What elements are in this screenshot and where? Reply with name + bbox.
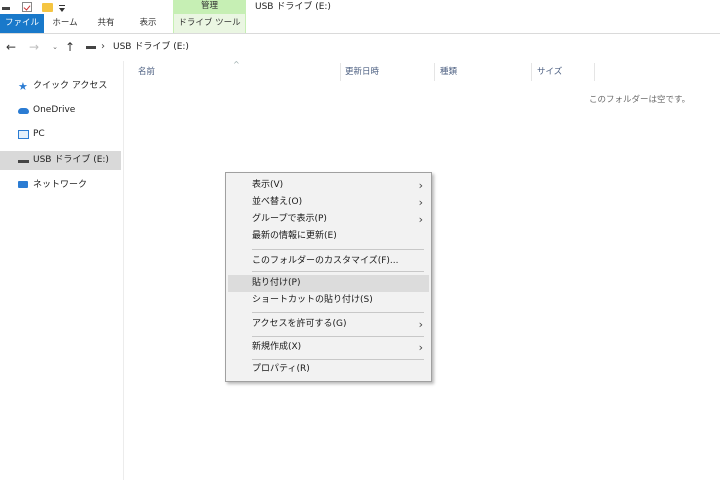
column-header-size[interactable]: サイズ (537, 61, 593, 83)
usb-drive-icon (18, 160, 29, 163)
computer-icon (18, 130, 29, 139)
menu-item-label: 貼り付け(P) (252, 278, 301, 288)
usb-drive-icon (86, 46, 96, 49)
network-icon (18, 181, 28, 188)
breadcrumb-separator[interactable]: › (101, 40, 105, 54)
nav-item-usb-drive[interactable]: USB ドライブ (E:) (0, 151, 121, 170)
chevron-right-icon: › (418, 213, 423, 226)
nav-item-label: ネットワーク (33, 180, 88, 190)
chevron-right-icon: › (418, 341, 423, 354)
column-divider[interactable] (594, 63, 595, 81)
menu-item-properties[interactable]: プロパティ(R) (228, 361, 429, 378)
menu-item-paste[interactable]: 貼り付け(P) (228, 275, 429, 292)
nav-item-network[interactable]: ネットワーク (0, 176, 121, 195)
menu-item-label: 表示(V) (252, 180, 284, 190)
menu-item-new[interactable]: 新規作成(X) › (228, 339, 429, 356)
column-divider[interactable] (531, 63, 532, 81)
up-arrow-icon[interactable]: ↑ (63, 40, 77, 54)
column-header-type[interactable]: 種類 (440, 61, 530, 83)
address-bar: ← → ⌄ ↑ › USB ドライブ (E:) (0, 34, 720, 60)
tab-view[interactable]: 表示 (126, 14, 170, 33)
menu-separator (252, 271, 424, 272)
menu-item-refresh[interactable]: 最新の情報に更新(E) (228, 228, 429, 245)
tab-file[interactable]: ファイル (0, 14, 44, 33)
menu-item-group-by[interactable]: グループで表示(P) › (228, 211, 429, 228)
menu-item-label: プロパティ(R) (252, 364, 310, 374)
star-icon: ★ (18, 80, 28, 93)
nav-item-label: USB ドライブ (E:) (33, 155, 109, 165)
breadcrumb-usb-drive[interactable]: USB ドライブ (E:) (113, 40, 189, 54)
menu-item-give-access[interactable]: アクセスを許可する(G) › (228, 316, 429, 333)
title-bar: 管理 USB ドライブ (E:) (0, 0, 720, 14)
menu-item-sort-by[interactable]: 並べ替え(O) › (228, 194, 429, 211)
column-header-date[interactable]: 更新日時 (345, 61, 435, 83)
menu-separator (252, 336, 424, 337)
context-menu: 表示(V) › 並べ替え(O) › グループで表示(P) › 最新の情報に更新(… (225, 172, 432, 382)
recent-locations-chevron-icon[interactable]: ⌄ (48, 40, 62, 54)
chevron-right-icon: › (418, 196, 423, 209)
forward-arrow-icon[interactable]: → (27, 40, 41, 54)
drive-icon[interactable] (2, 1, 10, 13)
empty-folder-message: このフォルダーは空です。 (589, 95, 691, 105)
window-title: USB ドライブ (E:) (255, 2, 331, 12)
nav-item-onedrive[interactable]: OneDrive (0, 101, 121, 120)
menu-separator (252, 312, 424, 313)
tab-drive-tools[interactable]: ドライブ ツール (173, 14, 246, 33)
menu-item-label: 並べ替え(O) (252, 197, 303, 207)
menu-item-customize-folder[interactable]: このフォルダーのカスタマイズ(F)... (228, 253, 429, 270)
menu-item-view[interactable]: 表示(V) › (228, 177, 429, 194)
column-header-name[interactable]: 名前 (138, 61, 338, 83)
navigation-pane: ★ クイック アクセス OneDrive PC USB ドライブ (E:) ネッ… (0, 61, 124, 480)
menu-separator (252, 359, 424, 360)
nav-item-quick-access[interactable]: ★ クイック アクセス (0, 77, 121, 96)
ribbon-tabs: ファイル ホーム 共有 表示 ドライブ ツール (0, 14, 720, 34)
menu-separator (252, 249, 424, 250)
new-folder-icon[interactable] (42, 3, 53, 12)
properties-check-icon[interactable] (22, 2, 32, 12)
menu-item-label: 新規作成(X) (252, 342, 302, 352)
manage-context-tab[interactable]: 管理 (173, 0, 246, 14)
nav-item-label: OneDrive (33, 105, 76, 115)
menu-item-paste-shortcut[interactable]: ショートカットの貼り付け(S) (228, 292, 429, 309)
menu-item-label: このフォルダーのカスタマイズ(F)... (252, 256, 399, 266)
nav-item-label: PC (33, 129, 45, 139)
menu-item-label: グループで表示(P) (252, 214, 327, 224)
nav-item-label: クイック アクセス (33, 81, 108, 91)
column-divider[interactable] (340, 63, 341, 81)
tab-share[interactable]: 共有 (86, 14, 126, 33)
menu-item-label: アクセスを許可する(G) (252, 319, 347, 329)
cloud-icon (18, 108, 29, 114)
back-arrow-icon[interactable]: ← (4, 40, 18, 54)
nav-item-pc[interactable]: PC (0, 125, 121, 144)
column-divider[interactable] (434, 63, 435, 81)
chevron-right-icon: › (418, 179, 423, 192)
tab-home[interactable]: ホーム (44, 14, 86, 33)
menu-item-label: ショートカットの貼り付け(S) (252, 295, 373, 305)
menu-item-label: 最新の情報に更新(E) (252, 231, 337, 241)
chevron-right-icon: › (418, 318, 423, 331)
